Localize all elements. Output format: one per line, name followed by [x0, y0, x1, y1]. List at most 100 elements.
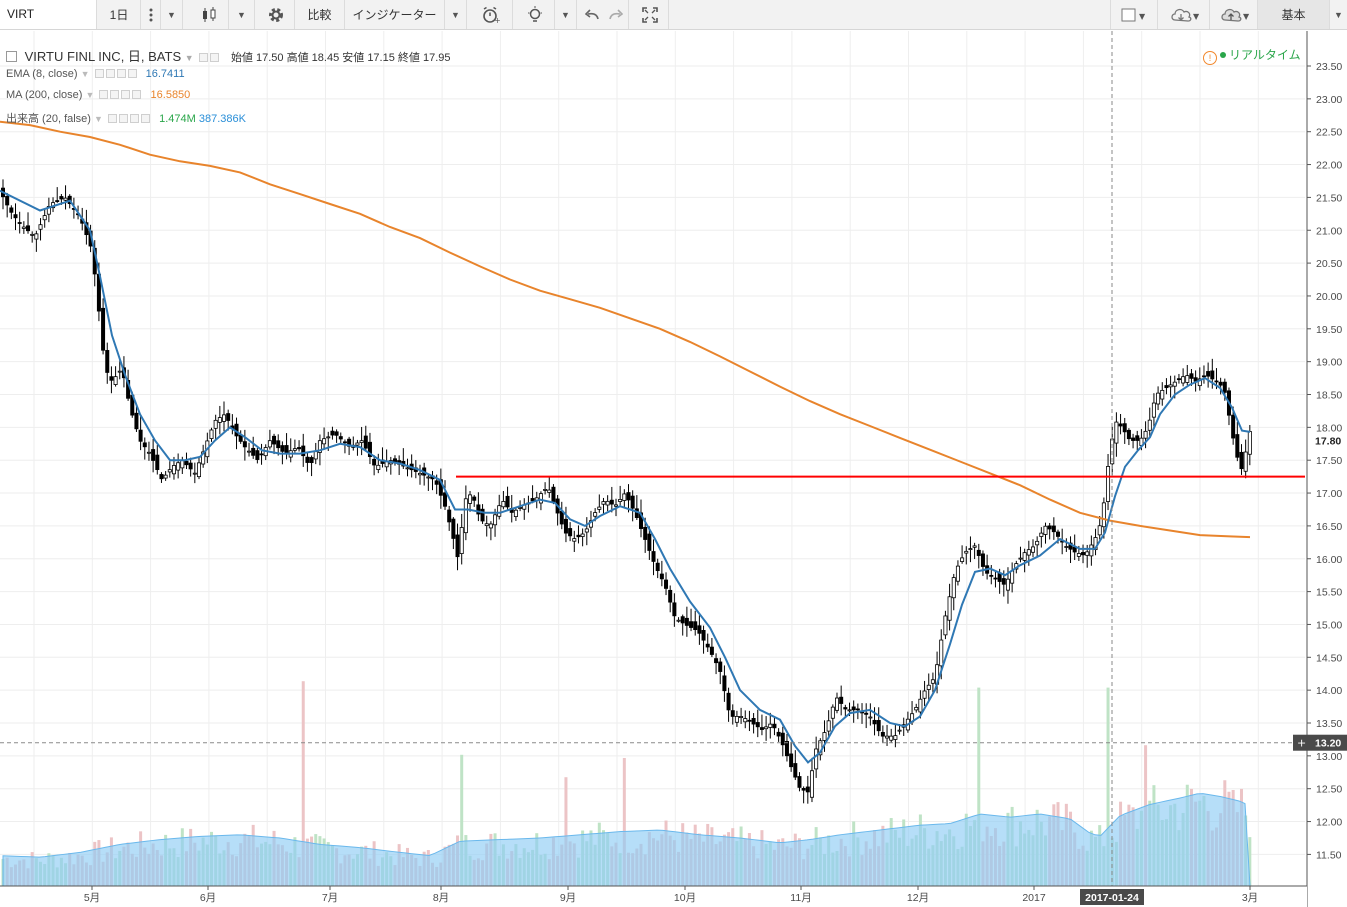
lightbulb-icon[interactable] [515, 0, 555, 29]
candle-body [426, 476, 431, 479]
redo-icon[interactable] [604, 0, 629, 29]
ma-add-icon[interactable] [121, 90, 131, 99]
candle-body [480, 508, 485, 522]
volume-settings-icon[interactable] [119, 114, 129, 123]
candlesticks [0, 179, 1252, 804]
ema-eye-icon[interactable] [94, 69, 104, 78]
candle-body [1210, 370, 1215, 380]
candle-body [885, 735, 890, 739]
candle-body [847, 709, 852, 712]
candle-body [463, 498, 468, 534]
candle-body [176, 462, 181, 471]
cloud-download-icon[interactable]: ▼ [1160, 0, 1210, 29]
candle-body [180, 460, 185, 469]
candle-body [1018, 557, 1023, 560]
candle-body [117, 370, 122, 373]
candle-body [851, 706, 856, 711]
candle-body [951, 577, 956, 599]
layout-square-icon[interactable]: ▼ [1110, 0, 1158, 29]
candle-body [964, 550, 969, 554]
candle-body [1151, 402, 1156, 418]
price-tick-label: 13.50 [1316, 718, 1342, 730]
candle-body [1176, 378, 1181, 381]
candle-body [38, 224, 43, 230]
price-chart[interactable]: 11.50 12.00 12.50 13.00 13.50 14.00 14.50 15.00… [0, 31, 1347, 907]
candle-body [213, 419, 218, 429]
candle-body [501, 501, 506, 508]
ema-dropdown-icon[interactable]: ▼ [81, 69, 90, 79]
volume-close-icon[interactable] [141, 114, 151, 123]
candle-body [493, 514, 498, 526]
series-collapse-icon[interactable] [6, 51, 17, 62]
ma-eye-icon[interactable] [99, 90, 109, 99]
ma-dropdown-icon[interactable]: ▼ [85, 90, 94, 100]
fullscreen-icon[interactable] [631, 0, 669, 29]
price-tick-label: 18.50 [1316, 390, 1342, 402]
candle-body [1160, 389, 1165, 400]
realtime-indicator[interactable]: ! リアルタイム [1203, 46, 1301, 65]
symbol-input[interactable]: VIRT [0, 0, 97, 29]
series-dropdown-icon[interactable]: ▼ [185, 53, 194, 63]
candle-body [897, 729, 902, 732]
ema-value: 16.7411 [145, 68, 185, 80]
interval-menu-icon[interactable] [141, 0, 161, 29]
price-tick-label: 21.50 [1316, 192, 1342, 204]
alert-clock-icon[interactable]: + [469, 0, 513, 29]
time-tick-label: 11月 [790, 892, 811, 904]
candle-body [338, 436, 343, 440]
candle-body [538, 493, 543, 504]
ema-add-icon[interactable] [116, 69, 126, 78]
ma-close-icon[interactable] [132, 90, 142, 99]
candle-body [405, 467, 410, 470]
candle-body [1222, 381, 1227, 393]
ema-settings-icon[interactable] [105, 69, 115, 78]
indicators-button[interactable]: インジケーター [345, 0, 445, 29]
candle-body [1243, 451, 1248, 472]
series-settings-icon[interactable] [210, 53, 220, 62]
candle-body [209, 429, 214, 439]
price-tick-label: 15.50 [1316, 587, 1342, 599]
chart-style-dropdown-icon[interactable]: ▼ [229, 0, 255, 29]
price-axis[interactable]: 11.50 12.00 12.50 13.00 13.50 14.00 14.50 15.00… [1293, 31, 1347, 907]
candle-style-icon[interactable] [189, 0, 229, 29]
volume-add-icon[interactable] [130, 114, 140, 123]
open-value: 17.50 [256, 52, 284, 64]
ema-close-icon[interactable] [127, 69, 137, 78]
candle-body [989, 574, 994, 577]
candle-body [1235, 434, 1240, 458]
candle-body [530, 498, 535, 502]
time-axis[interactable]: 5月 6月 7月 8月 9月 10月 11月 12月 2017 3月 2017-01-24 [0, 885, 1307, 907]
cloud-upload-icon[interactable]: ▼ [1212, 0, 1258, 29]
time-tick-label: 6月 [200, 892, 216, 904]
price-tick-label: 16.00 [1316, 554, 1342, 566]
ideas-dropdown-icon[interactable]: ▼ [555, 0, 577, 29]
candle-body [21, 226, 26, 229]
layout-name-button[interactable]: 基本 [1258, 0, 1330, 29]
interval-button[interactable]: 1日 [98, 0, 141, 29]
indicators-dropdown-icon[interactable]: ▼ [445, 0, 467, 29]
candle-body [622, 493, 627, 501]
volume-eye-icon[interactable] [108, 114, 118, 123]
candle-body [655, 562, 660, 572]
eye-icon[interactable] [199, 53, 209, 62]
candle-body [1181, 376, 1186, 384]
candle-body [167, 469, 172, 473]
candle-body [680, 616, 685, 624]
interval-dropdown-icon[interactable]: ▼ [161, 0, 183, 29]
series-name: VIRTU FINL INC, 日, BATS [24, 49, 182, 64]
candle-body [1168, 384, 1173, 388]
layout-dropdown-icon[interactable]: ▼ [1330, 0, 1347, 29]
candle-body [280, 445, 285, 452]
compare-button[interactable]: 比較 [295, 0, 345, 29]
price-tick-label: 21.00 [1316, 225, 1342, 237]
candle-body [42, 215, 47, 221]
undo-icon[interactable] [579, 0, 604, 29]
candle-body [255, 450, 260, 460]
candle-body [772, 723, 777, 729]
ma-settings-icon[interactable] [110, 90, 120, 99]
status-dot-icon [1220, 52, 1226, 58]
gear-icon[interactable] [257, 0, 295, 29]
svg-text:▼: ▼ [1193, 12, 1200, 21]
candle-body [1022, 552, 1027, 561]
volume-dropdown-icon[interactable]: ▼ [94, 114, 103, 124]
